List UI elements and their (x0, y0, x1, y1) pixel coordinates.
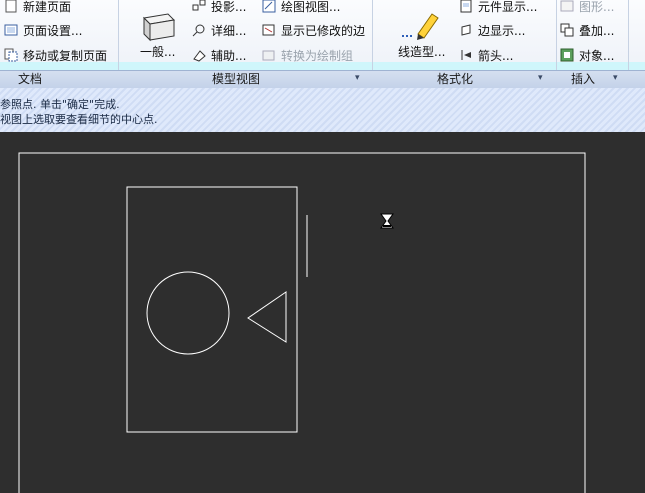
hourglass-icon (380, 213, 394, 229)
new-page-label: 新建页面 (23, 0, 72, 14)
ribbon: 新建页面 页面设置... 移动或复制页面 一般... 投影... 详细... 辅… (0, 0, 645, 71)
component-display-icon (460, 0, 472, 13)
message-area: 参照点. 单击"确定"完成. 视图上选取要查看细节的中心点. (0, 88, 645, 132)
group-separator (628, 0, 629, 70)
object-icon (560, 48, 574, 62)
line-style-icon (402, 13, 439, 40)
auxiliary-view-label: 辅助... (211, 48, 247, 63)
convert-to-draw-group-icon (262, 50, 275, 61)
detailed-view-button[interactable]: 详细... (192, 20, 246, 40)
overlay-button[interactable]: 叠加... (560, 20, 614, 40)
insert-group-launcher-icon[interactable]: ▾ (613, 74, 622, 83)
triangle-feature (247, 291, 287, 343)
auxiliary-view-button[interactable]: 辅助... (192, 45, 246, 65)
doc-group-label: 文档 (18, 72, 43, 86)
message-line-1: 参照点. 单击"确定"完成. (0, 98, 120, 111)
show-modified-edges-button[interactable]: 显示已修改的边 (262, 20, 365, 40)
page-setup-button[interactable]: 页面设置... (4, 20, 82, 40)
detailed-view-icon (192, 24, 205, 37)
detailed-view-label: 详细... (211, 23, 247, 38)
message-line-2: 视图上选取要查看细节的中心点. (0, 113, 158, 126)
drawing-view-button[interactable]: 绘图视图... (262, 0, 340, 16)
line-style-button[interactable]: 线造型... (392, 6, 448, 62)
edge-display-label: 边显示... (478, 23, 526, 38)
page-setup-label: 页面设置... (23, 23, 83, 38)
arrow-icon (461, 50, 471, 60)
view-frame (126, 186, 298, 433)
drawing-view-icon (262, 0, 276, 13)
drawing-svg (18, 152, 586, 493)
new-page-button[interactable]: 新建页面 (4, 0, 71, 16)
general-view-icon (142, 13, 176, 42)
model-view-group-label: 模型视图 (212, 72, 261, 86)
move-copy-page-label: 移动或复制页面 (23, 48, 108, 63)
drawing-sheet-border (18, 152, 586, 493)
show-modified-edges-icon (262, 24, 275, 36)
new-page-icon (5, 0, 17, 13)
page-setup-icon (4, 24, 18, 36)
group-separator (372, 0, 373, 70)
circle-feature (146, 271, 230, 355)
overlay-icon (560, 23, 574, 37)
projection-label: 投影... (211, 0, 247, 14)
convert-to-draw-group-button[interactable]: 转换为绘制组 (262, 45, 353, 65)
ribbon-group-label-bar: 文档 模型视图 ▾ 格式化 ▾ 插入 ▾ (0, 70, 645, 89)
edge-display-icon (461, 24, 471, 36)
graphic-button[interactable]: 图形... (560, 0, 614, 16)
object-label: 对象... (579, 48, 615, 63)
arrow-label: 箭头... (478, 48, 514, 63)
component-display-label: 元件显示... (478, 0, 538, 14)
auxiliary-view-icon (193, 50, 206, 62)
show-modified-edges-label: 显示已修改的边 (281, 23, 366, 38)
projection-button[interactable]: 投影... (192, 0, 246, 16)
format-group-label: 格式化 (437, 72, 474, 86)
edge-display-button[interactable]: 边显示... (459, 20, 525, 40)
model-view-group-launcher-icon[interactable]: ▾ (355, 74, 364, 83)
object-button[interactable]: 对象... (560, 45, 614, 65)
drawing-view-label: 绘图视图... (281, 0, 341, 14)
line-style-label: 线造型... (398, 45, 446, 59)
arrow-button[interactable]: 箭头... (459, 45, 513, 65)
general-view-label: 一般... (140, 45, 176, 59)
format-group-launcher-icon[interactable]: ▾ (538, 74, 547, 83)
insert-group-label: 插入 (571, 72, 596, 86)
graphic-icon (560, 0, 574, 12)
graphic-label: 图形... (579, 0, 615, 14)
projection-icon (192, 0, 206, 11)
overlay-label: 叠加... (579, 23, 615, 38)
group-separator (118, 0, 119, 70)
move-copy-page-button[interactable]: 移动或复制页面 (4, 45, 107, 65)
group-separator (556, 0, 557, 70)
move-copy-page-icon (4, 48, 18, 62)
drawing-canvas[interactable] (0, 132, 645, 493)
general-view-button[interactable]: 一般... (130, 6, 186, 62)
convert-to-draw-group-label: 转换为绘制组 (281, 48, 354, 63)
component-display-button[interactable]: 元件显示... (459, 0, 537, 16)
